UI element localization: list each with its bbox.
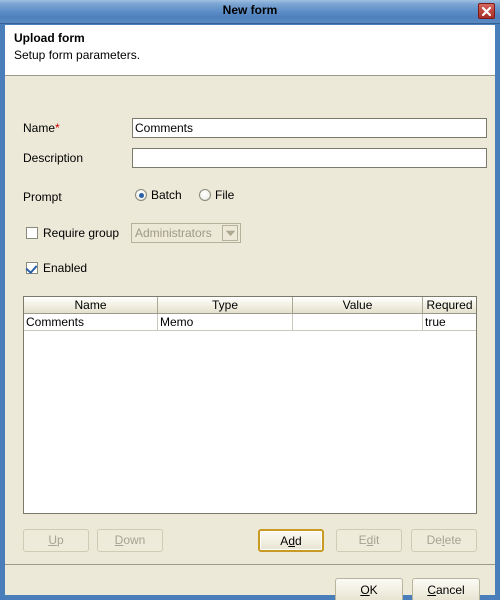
edit-button[interactable]: Edit xyxy=(336,529,402,552)
enabled-checkbox[interactable]: Enabled xyxy=(26,261,87,275)
cancel-button-label: ancel xyxy=(435,582,465,597)
new-form-dialog: New form Upload form Setup form paramete… xyxy=(0,0,500,600)
delete-button[interactable]: Delete xyxy=(411,529,477,552)
require-group-checkbox[interactable]: Require group xyxy=(26,226,119,240)
name-label: Name* xyxy=(23,121,60,135)
add-button-mnemonic: d xyxy=(288,534,295,548)
close-button[interactable] xyxy=(478,3,495,19)
column-header-value[interactable]: Value xyxy=(293,297,423,313)
dialog-header: Upload form Setup form parameters. xyxy=(5,25,495,76)
enabled-check-indicator[interactable] xyxy=(26,262,38,274)
column-header-requred[interactable]: Requred xyxy=(423,297,476,313)
radio-batch-indicator[interactable] xyxy=(135,189,147,201)
name-label-text: Name xyxy=(23,121,56,135)
up-button-label: p xyxy=(56,533,64,547)
edit-button-label-post: it xyxy=(373,533,380,547)
titlebar[interactable]: New form xyxy=(0,0,500,24)
edit-button-label-pre: E xyxy=(358,533,367,547)
up-button[interactable]: Up xyxy=(23,529,89,552)
radio-file-indicator[interactable] xyxy=(199,189,211,201)
column-header-type[interactable]: Type xyxy=(158,297,293,313)
window-title: New form xyxy=(222,3,278,17)
prompt-label: Prompt xyxy=(23,190,62,204)
chevron-down-glyph xyxy=(225,230,235,236)
ok-button-label: K xyxy=(369,582,378,597)
header-subtitle: Setup form parameters. xyxy=(14,48,141,62)
group-select: Administrators xyxy=(131,223,241,243)
cell-name: Comments xyxy=(24,314,158,330)
close-icon xyxy=(481,6,492,17)
group-select-value: Administrators xyxy=(135,226,212,240)
column-header-name[interactable]: Name xyxy=(24,297,158,313)
dialog-frame: Upload form Setup form parameters. Name*… xyxy=(5,25,495,600)
cell-type: Memo xyxy=(158,314,293,330)
cell-value xyxy=(293,314,423,330)
radio-batch-label: Batch xyxy=(151,188,182,202)
ok-button[interactable]: OK xyxy=(335,578,403,600)
require-group-label: Require group xyxy=(43,226,120,240)
name-input[interactable] xyxy=(132,118,487,138)
table-header-row: Name Type Value Requred xyxy=(24,297,476,314)
table-row[interactable]: Comments Memo true xyxy=(24,314,476,331)
form-area: Name* Description Prompt Batch File Requ… xyxy=(5,77,495,600)
ok-button-mnemonic: O xyxy=(360,582,370,597)
radio-file-label: File xyxy=(215,188,235,202)
parameters-table[interactable]: Name Type Value Requred Comments Memo tr… xyxy=(23,296,477,514)
description-label: Description xyxy=(23,151,84,165)
add-button-label-post: d xyxy=(295,534,302,548)
chevron-down-icon xyxy=(222,225,238,241)
require-group-check-indicator[interactable] xyxy=(26,227,38,239)
down-button-label: own xyxy=(123,533,146,547)
cell-requred: true xyxy=(425,315,446,329)
up-button-mnemonic: U xyxy=(48,533,57,547)
delete-button-label-pre: De xyxy=(426,533,442,547)
delete-button-label-post: ete xyxy=(444,533,462,547)
down-button[interactable]: Down xyxy=(97,529,163,552)
enabled-label: Enabled xyxy=(43,261,88,275)
button-bar-divider xyxy=(5,564,495,565)
required-asterisk: * xyxy=(55,121,60,135)
add-button[interactable]: Add xyxy=(258,529,324,552)
radio-batch[interactable]: Batch xyxy=(135,188,182,202)
radio-file[interactable]: File xyxy=(199,188,234,202)
cancel-button[interactable]: Cancel xyxy=(412,578,480,600)
cancel-button-mnemonic: C xyxy=(427,582,436,597)
header-title: Upload form xyxy=(14,31,85,45)
description-input[interactable] xyxy=(132,148,487,168)
